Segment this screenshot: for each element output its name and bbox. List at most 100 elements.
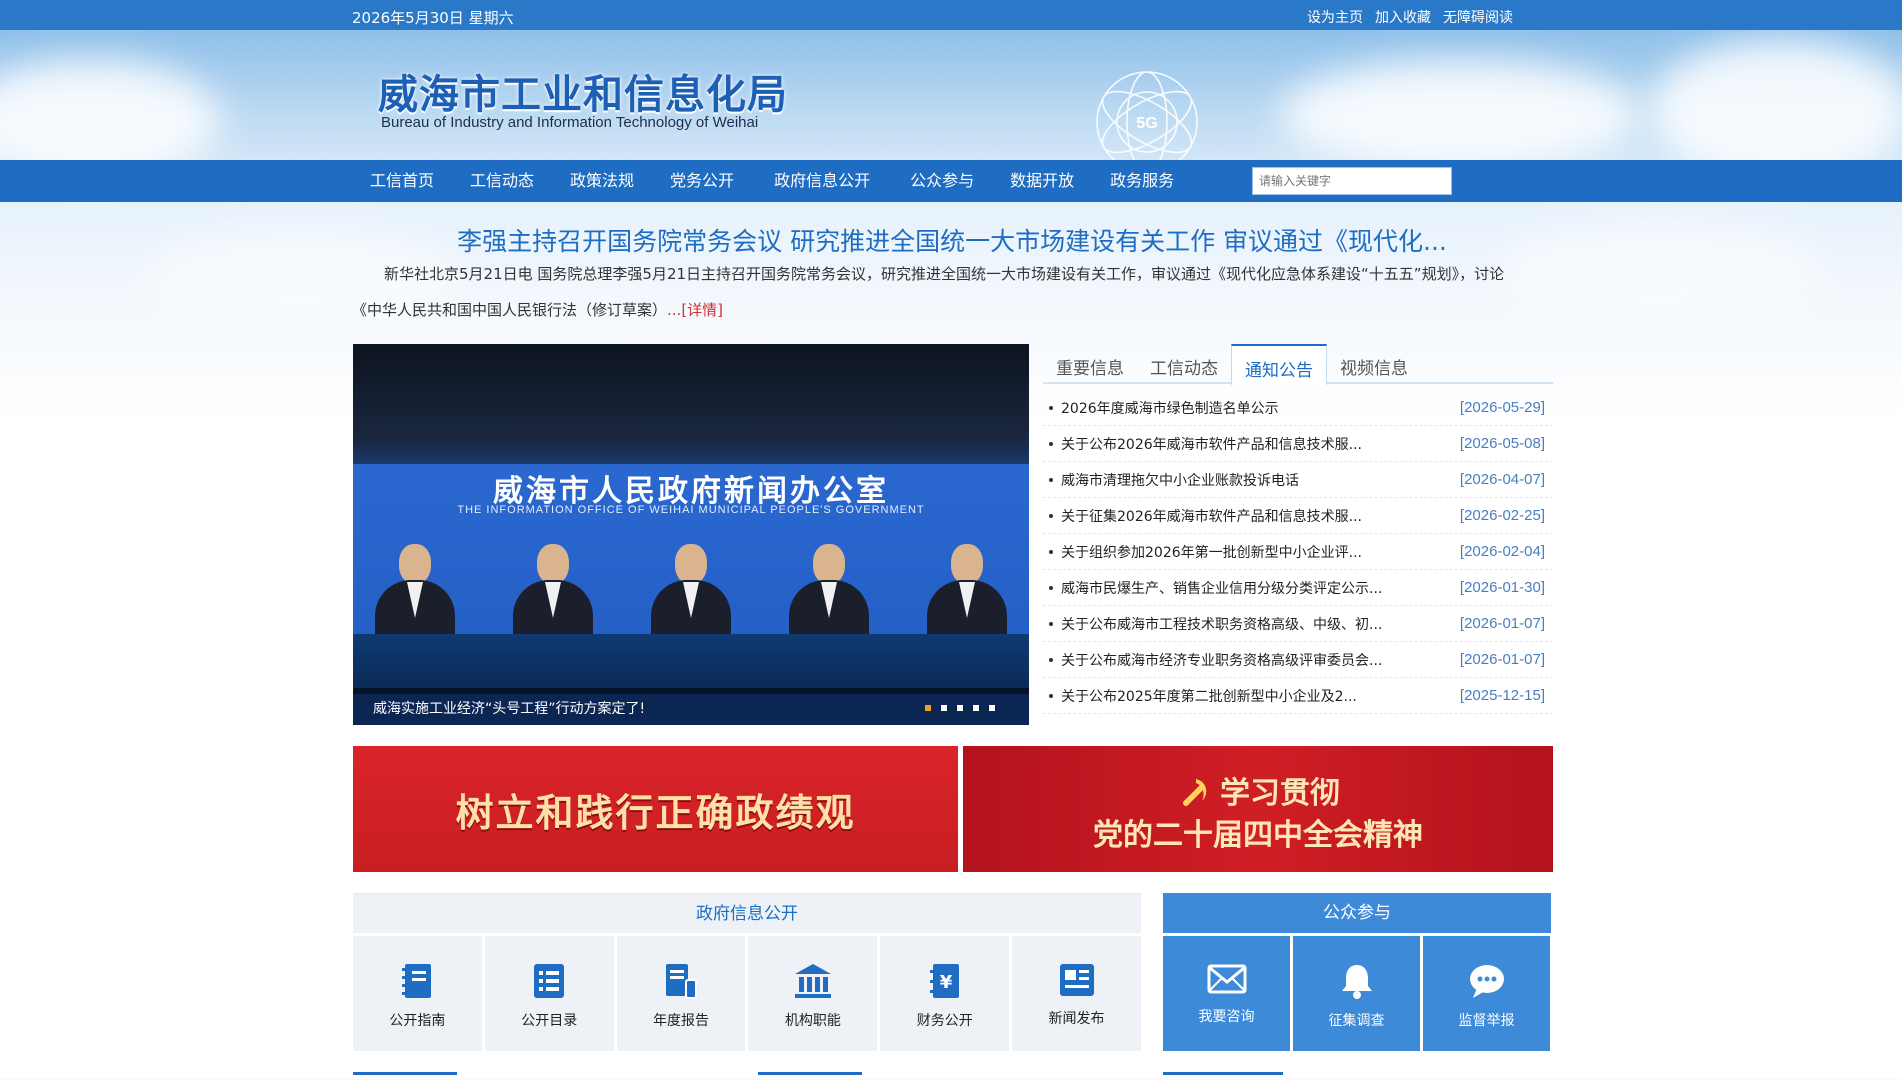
notice-title[interactable]: 关于公布威海市经济专业职务资格高级评审委员会... [1061, 650, 1453, 670]
nav-item-services[interactable]: 政务服务 [1092, 160, 1192, 202]
gov-item-catalog[interactable]: 公开目录 [484, 936, 614, 1051]
gov-item-annual-report[interactable]: 年度报告 [616, 936, 746, 1051]
list-item[interactable]: 威海市清理拖欠中小企业账款投诉电话 [2026-04-07] [1043, 462, 1553, 498]
tab-important[interactable]: 重要信息 [1043, 344, 1137, 384]
party-emblem-icon [1183, 779, 1207, 806]
bullet-icon [1049, 513, 1053, 518]
slider-dot[interactable] [989, 705, 995, 711]
notice-date: [2026-05-29] [1459, 399, 1545, 416]
gov-item-label: 公开目录 [521, 1013, 578, 1029]
book-icon [402, 964, 432, 998]
nav-item-party[interactable]: 党务公开 [652, 160, 752, 202]
notice-title[interactable]: 关于公布2025年度第二批创新型中小企业及2... [1061, 686, 1453, 706]
public-item-consult[interactable]: 我要咨询 [1163, 936, 1290, 1051]
list-item[interactable]: 威海市民爆生产、销售企业信用分级分类评定公示... [2026-01-30] [1043, 570, 1553, 606]
headline-summary: 新华社北京5月21日电 国务院总理李强5月21日主持召开国务院常务会议，研究推进… [352, 256, 1512, 328]
nav-item-open-data[interactable]: 数据开放 [992, 160, 1092, 202]
top-bar: 2026年5月30日 星期六 设为主页 加入收藏 无障碍阅读 [0, 0, 1902, 30]
slider-dot[interactable] [941, 705, 947, 711]
chat-icon [1469, 965, 1504, 998]
finance-icon: ¥ [929, 964, 959, 998]
nav-item-participation[interactable]: 公众参与 [892, 160, 992, 202]
gov-item-institution[interactable]: 机构职能 [748, 936, 878, 1051]
slider-dot[interactable] [973, 705, 979, 711]
search-input[interactable] [1252, 167, 1452, 195]
bullet-icon [1049, 405, 1053, 410]
notice-title[interactable]: 关于公布2026年威海市软件产品和信息技术服... [1061, 434, 1453, 454]
gov-item-label: 机构职能 [784, 1013, 841, 1029]
slider-caption[interactable]: 威海实施工业经济“头号工程”行动方案定了! [373, 698, 645, 718]
nav-item-policy[interactable]: 政策法规 [552, 160, 652, 202]
top-links: 设为主页 加入收藏 无障碍阅读 [1307, 7, 1513, 27]
bullet-icon [1049, 693, 1053, 698]
notice-title[interactable]: 关于公布威海市工程技术职务资格高级、中级、初... [1061, 614, 1453, 634]
slider-wall-subtitle: THE INFORMATION OFFICE OF WEIHAI MUNICIP… [457, 504, 925, 516]
bullet-icon [1049, 549, 1053, 554]
banner-plenary-line1: 学习贯彻 [963, 768, 1553, 812]
list-item[interactable]: 关于公布2025年度第二批创新型中小企业及2... [2025-12-15] [1043, 678, 1553, 714]
list-item[interactable]: 2026年度威海市绿色制造名单公示 [2026-05-29] [1043, 390, 1553, 426]
slider-dots [925, 705, 995, 711]
public-item-report[interactable]: 监督举报 [1423, 936, 1550, 1051]
notice-date: [2026-01-07] [1459, 651, 1545, 668]
site-title[interactable]: 威海市工业和信息化局 [378, 62, 788, 120]
list-item[interactable]: 关于公布威海市经济专业职务资格高级评审委员会... [2026-01-07] [1043, 642, 1553, 678]
headline-more-link[interactable]: ...[详情] [667, 301, 723, 319]
nav-item-home[interactable]: 工信首页 [352, 160, 452, 202]
gov-info-panel: 政府信息公开 公开指南 公开目录 年度报告 机构职能 ¥ 财务公开 新闻发布 [353, 893, 1141, 1051]
banner-performance[interactable]: 树立和践行正确政绩观 [353, 746, 958, 872]
nav-item-gov-info[interactable]: 政府信息公开 [752, 160, 892, 202]
gov-item-label: 新闻发布 [1048, 1011, 1105, 1027]
gov-info-panel-title[interactable]: 政府信息公开 [353, 893, 1141, 933]
set-homepage-link[interactable]: 设为主页 [1307, 7, 1363, 27]
public-item-survey[interactable]: 征集调查 [1293, 936, 1420, 1051]
public-item-label: 我要咨询 [1198, 1009, 1255, 1025]
bullet-icon [1049, 585, 1053, 590]
list-item[interactable]: 关于组织参加2026年第一批创新型中小企业评... [2026-02-04] [1043, 534, 1553, 570]
svg-text:¥: ¥ [939, 972, 952, 993]
list-item[interactable]: 关于公布2026年威海市软件产品和信息技术服... [2026-05-08] [1043, 426, 1553, 462]
tab-news[interactable]: 工信动态 [1137, 344, 1231, 384]
news-slider[interactable]: 威海市人民政府新闻办公室 THE INFORMATION OFFICE OF W… [353, 344, 1029, 725]
list-item[interactable]: 关于公布威海市工程技术职务资格高级、中级、初... [2026-01-07] [1043, 606, 1553, 642]
tab-video[interactable]: 视频信息 [1327, 344, 1421, 384]
tab-notices[interactable]: 通知公告 [1231, 344, 1327, 386]
notice-title[interactable]: 威海市清理拖欠中小企业账款投诉电话 [1061, 470, 1453, 490]
notice-date: [2026-01-30] [1459, 579, 1545, 596]
notice-title[interactable]: 关于征集2026年威海市软件产品和信息技术服... [1061, 506, 1453, 526]
slider-dot[interactable] [957, 705, 963, 711]
public-participation-panel: 公众参与 我要咨询 征集调查 监督举报 [1163, 893, 1551, 1051]
list-item[interactable]: 关于征集2026年威海市软件产品和信息技术服... [2026-02-25] [1043, 498, 1553, 534]
gov-item-label: 年度报告 [653, 1013, 710, 1029]
news-tabs: 重要信息 工信动态 通知公告 视频信息 [1043, 344, 1553, 386]
notice-date: [2026-02-25] [1459, 507, 1545, 524]
accessibility-link[interactable]: 无障碍阅读 [1443, 7, 1513, 27]
report-icon [666, 964, 698, 999]
bell-icon [1341, 965, 1372, 999]
public-item-label: 监督举报 [1458, 1013, 1515, 1029]
section-underline [353, 1072, 457, 1075]
gov-item-press[interactable]: 新闻发布 [1012, 936, 1141, 1051]
notice-title[interactable]: 2026年度威海市绿色制造名单公示 [1061, 398, 1453, 418]
nav-item-news[interactable]: 工信动态 [452, 160, 552, 202]
main-nav: 工信首页 工信动态 政策法规 党务公开 政府信息公开 公众参与 数据开放 政务服… [0, 160, 1902, 202]
gov-item-guide[interactable]: 公开指南 [353, 936, 482, 1051]
globe-label: 5G [1136, 115, 1157, 132]
mail-icon [1207, 964, 1246, 994]
notice-date: [2026-05-08] [1459, 435, 1545, 452]
public-item-label: 征集调查 [1328, 1013, 1385, 1029]
bullet-icon [1049, 441, 1053, 446]
banner-plenary[interactable]: 学习贯彻 党的二十届四中全会精神 [963, 746, 1553, 872]
slider-dot[interactable] [925, 705, 931, 711]
notice-title[interactable]: 关于组织参加2026年第一批创新型中小企业评... [1061, 542, 1453, 562]
institution-icon [794, 964, 831, 998]
notice-title[interactable]: 威海市民爆生产、销售企业信用分级分类评定公示... [1061, 578, 1453, 598]
headline-title[interactable]: 李强主持召开国务院常务会议 研究推进全国统一大市场建设有关工作 审议通过《现代化… [352, 222, 1552, 258]
notice-date: [2026-01-07] [1459, 615, 1545, 632]
site-header: 威海市工业和信息化局 Bureau of Industry and Inform… [0, 30, 1902, 173]
public-panel-title[interactable]: 公众参与 [1163, 893, 1551, 933]
current-date: 2026年5月30日 星期六 [352, 9, 514, 27]
section-underline [1163, 1072, 1283, 1075]
gov-item-finance[interactable]: ¥ 财务公开 [880, 936, 1010, 1051]
add-favorite-link[interactable]: 加入收藏 [1375, 7, 1431, 27]
